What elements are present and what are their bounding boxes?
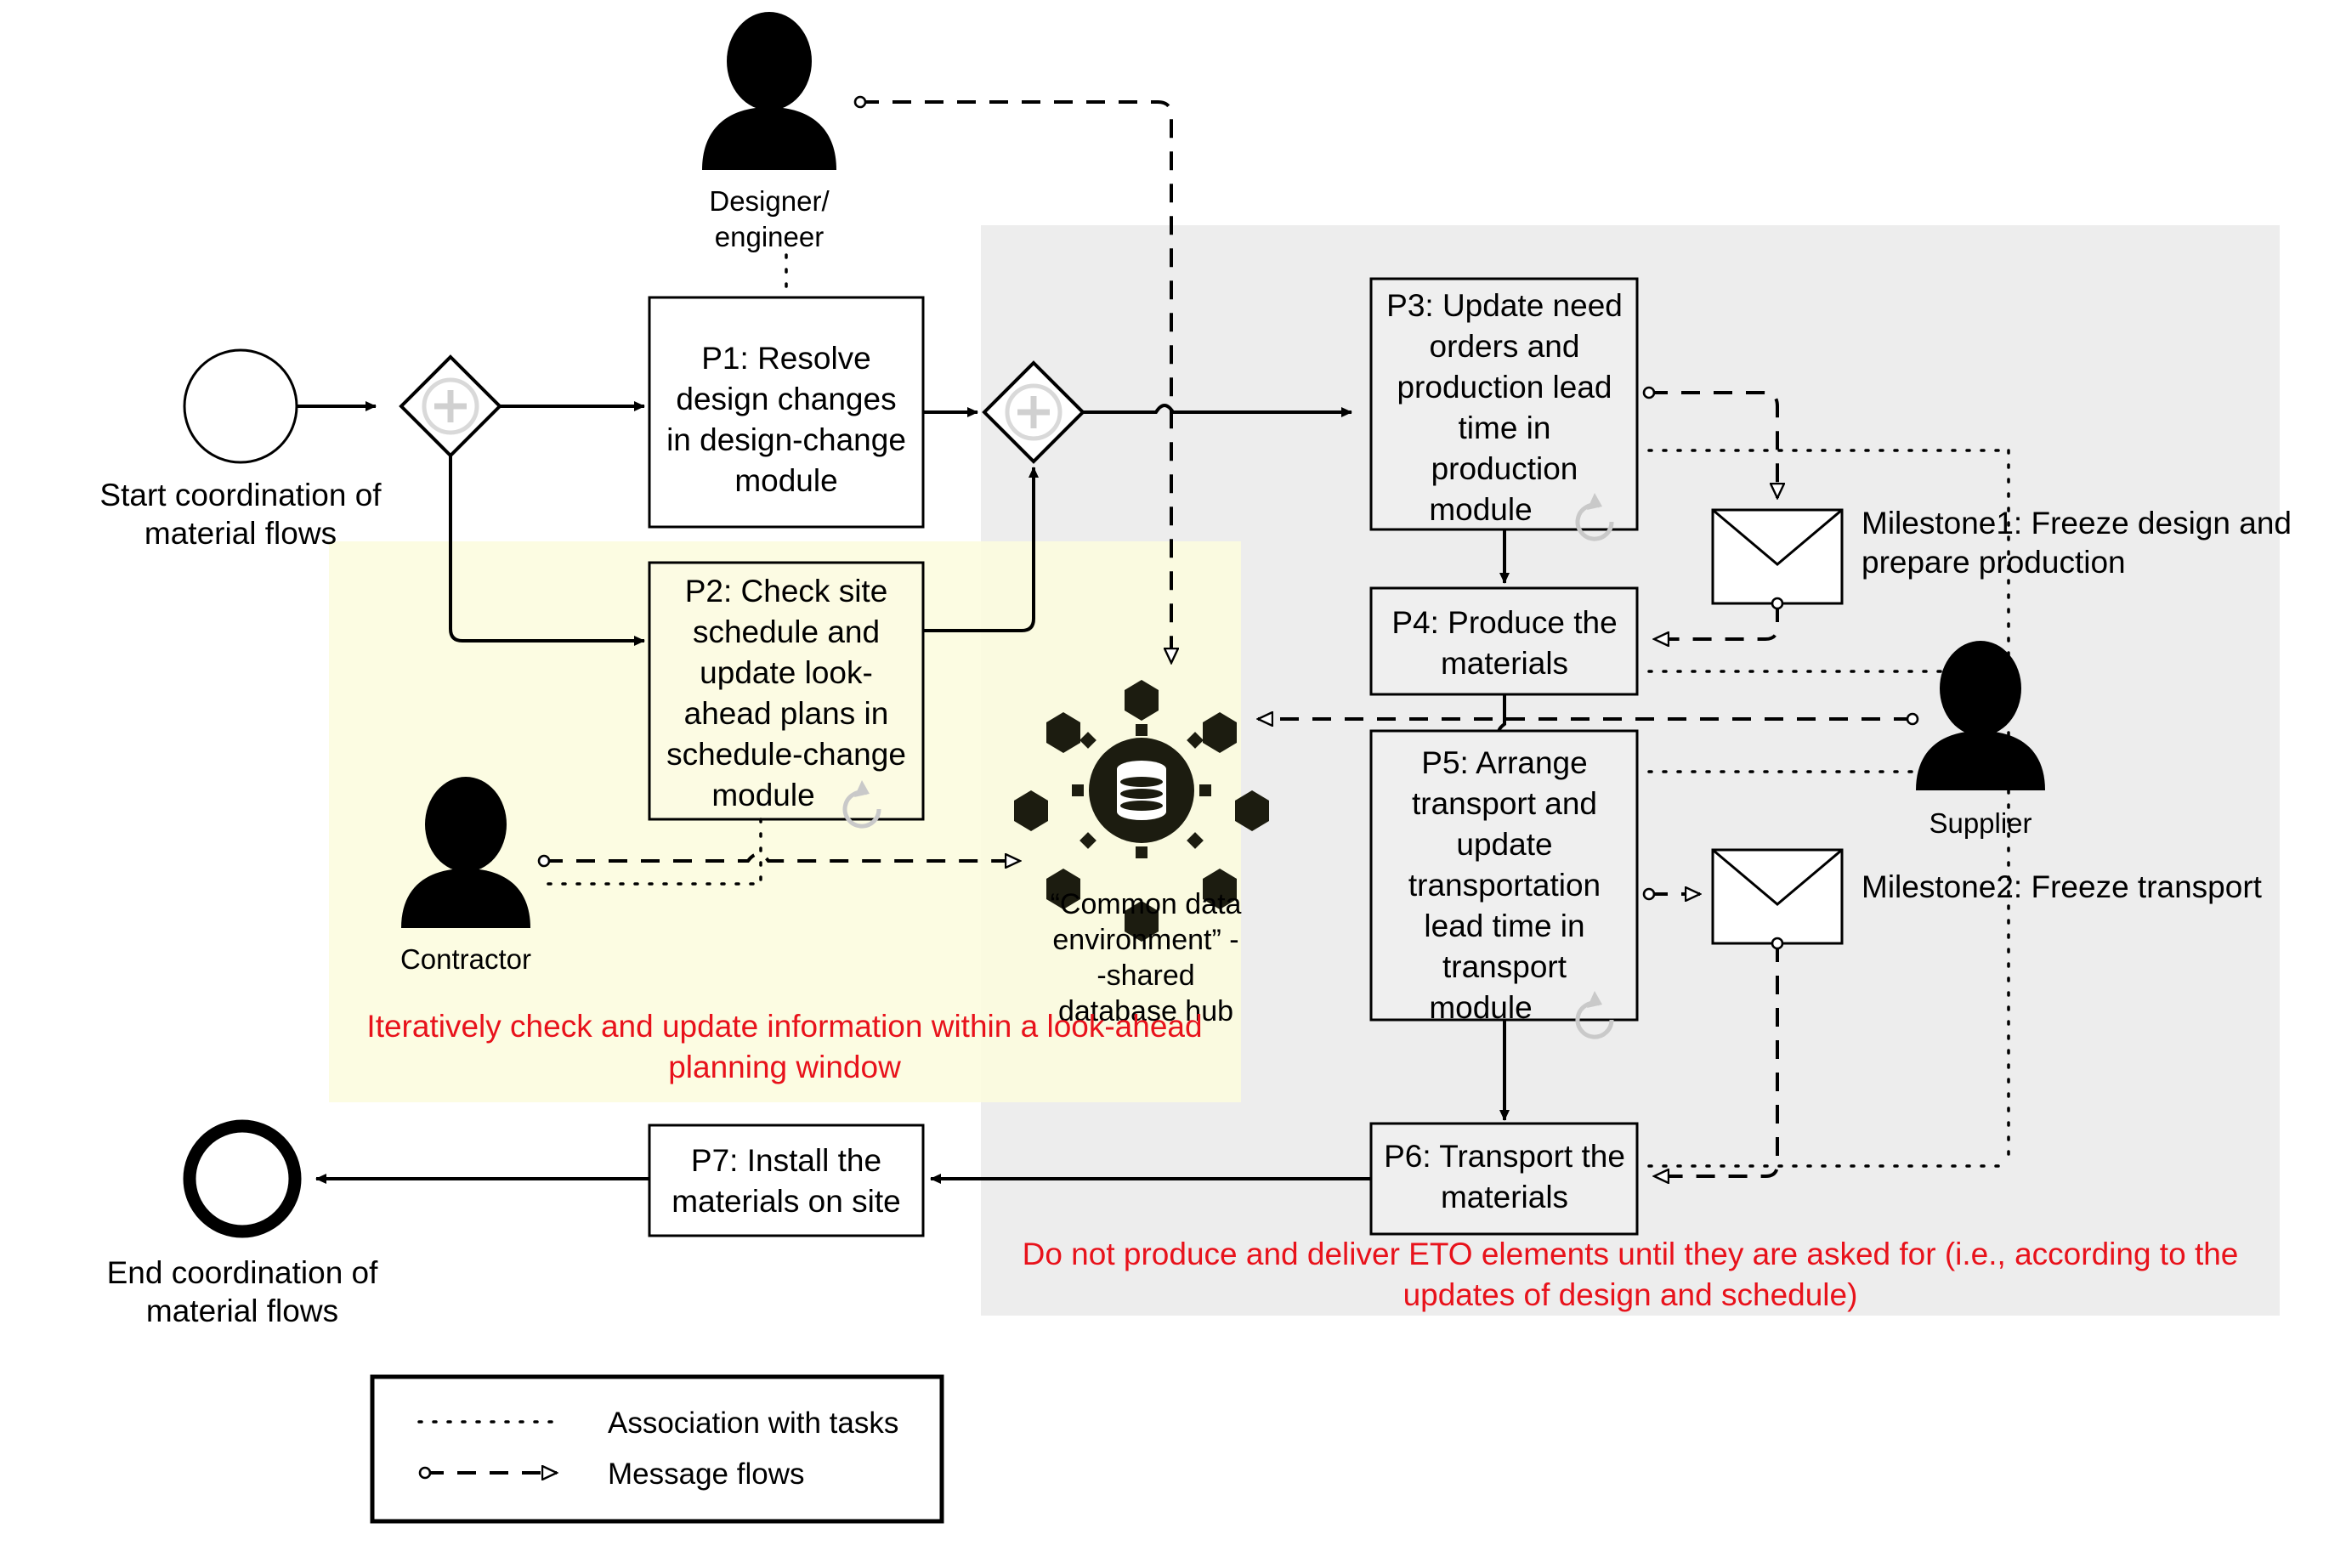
start-event-label-line2: material flows [144,516,337,551]
legend: Association with tasks Message flows [370,1374,944,1524]
task-p4-line2: materials [1441,646,1568,681]
task-p2-line5: schedule-change [666,737,906,772]
task-p5-line7: module [1429,990,1532,1025]
task-p4[interactable]: P4: Produce the materials [1369,586,1639,696]
task-p4-line1: P4: Produce the [1391,605,1617,640]
task-p3-line1: P3: Update need [1386,288,1623,323]
task-p3-line3: production lead [1397,370,1612,405]
start-event [183,348,298,464]
end-event-label-line1: End coordination of [107,1255,379,1290]
task-p6-line1: P6: Transport the [1384,1139,1625,1174]
task-p3[interactable]: P3: Update need orders and production le… [1369,277,1639,541]
task-p5-line3: update [1456,827,1552,862]
gateway-parallel-split [399,354,502,458]
data-hub-label-line3: -shared [1096,959,1194,992]
bpmn-diagram: Start coordination of material flows P1:… [99,12,2292,1524]
task-p5-line4: transportation [1408,868,1601,903]
task-p2-line1: P2: Check site [685,574,888,609]
milestone1-message-event [1711,508,1844,605]
role-designer-label-line2: engineer [715,221,824,252]
task-p3-line2: orders and [1430,329,1580,364]
task-p3-line6: module [1429,492,1532,527]
task-p7-line1: P7: Install the [691,1143,881,1178]
task-p1-line2: design changes [676,382,896,416]
note-lookahead-line2: planning window [668,1050,901,1084]
task-p6-line2: materials [1441,1180,1568,1214]
end-event-label-line2: material flows [146,1293,338,1328]
task-p2-line4: ahead plans in [684,696,889,731]
person-icon [702,12,836,170]
role-designer-engineer: Designer/ engineer [702,12,836,252]
task-p2-line6: module [711,778,814,812]
task-p1-line4: module [734,463,837,498]
task-p2-line2: schedule and [693,614,880,649]
legend-association-label: Association with tasks [608,1407,898,1440]
task-p5-line6: transport [1442,949,1567,984]
task-p1[interactable]: P1: Resolve design changes in design-cha… [648,296,925,529]
task-p5-line2: transport and [1412,786,1597,821]
task-p3-line5: production [1431,451,1578,486]
task-p5-line5: lead time in [1424,909,1584,943]
end-event [183,1119,302,1238]
task-p7[interactable]: P7: Install the materials on site [648,1124,925,1237]
task-p2[interactable]: P2: Check site schedule and update look-… [648,561,925,829]
data-hub-label-line1: “Common data [1051,888,1242,920]
note-eto-line1: Do not produce and deliver ETO elements … [1023,1237,2239,1271]
legend-message-label: Message flows [608,1458,804,1491]
data-hub-label-line2: environment” - [1052,924,1238,956]
task-p1-line3: in design-change [666,422,906,457]
milestone1-label-line2: prepare production [1862,545,2126,580]
role-designer-label-line1: Designer/ [709,185,830,217]
diagram-canvas: Start coordination of material flows P1:… [0,0,2346,1568]
task-p6[interactable]: P6: Transport the materials [1369,1122,1639,1236]
task-p1-line1: P1: Resolve [701,341,871,376]
note-eto-line2: updates of design and schedule) [1403,1277,1858,1312]
role-supplier-label: Supplier [1929,807,2032,839]
role-contractor-label: Contractor [400,943,531,975]
task-p5-line1: P5: Arrange [1421,745,1587,780]
start-event-label-line1: Start coordination of [99,478,382,512]
task-p7-line2: materials on site [672,1184,900,1219]
milestone1-label-line1: Milestone1: Freeze design and [1862,506,2292,541]
task-p3-line4: time in [1459,410,1551,445]
note-lookahead-line1: Iteratively check and update information… [366,1009,1202,1044]
milestone2-message-event [1711,848,1844,945]
task-p2-line3: update look- [700,655,873,690]
task-p5[interactable]: P5: Arrange transport and update transpo… [1369,729,1639,1039]
milestone2-label-line1: Milestone2: Freeze transport [1862,869,2263,904]
